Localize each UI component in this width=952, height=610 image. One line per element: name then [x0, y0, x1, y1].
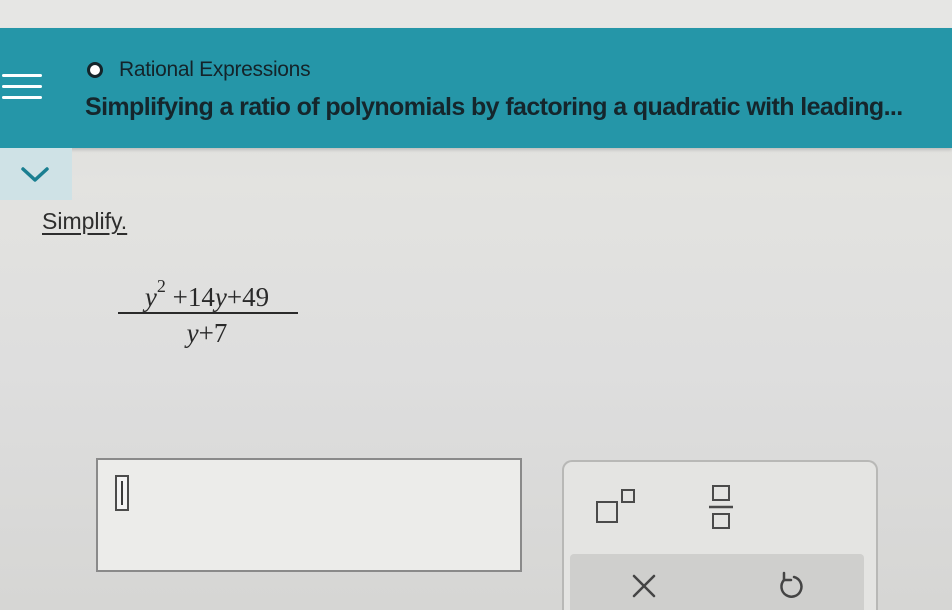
top-strip [0, 0, 952, 28]
numerator-exponent: 2 [156, 276, 166, 296]
numerator-linear-variable: y [214, 282, 227, 312]
numerator-variable: y [144, 282, 157, 312]
lesson-title: Simplifying a ratio of polynomials by fa… [85, 93, 903, 121]
fraction-key[interactable] [704, 482, 738, 534]
clear-button[interactable] [624, 566, 664, 606]
fraction-numerator: y2 +14y+49 [112, 268, 302, 312]
superscript-icon [596, 489, 635, 523]
hamburger-line-icon [2, 74, 42, 77]
fraction-denominator: y+7 [112, 314, 302, 354]
topic-status-icon [87, 62, 103, 78]
collapse-toggle-button[interactable] [0, 148, 72, 200]
menu-button[interactable] [0, 70, 50, 110]
answer-input[interactable] [96, 458, 522, 572]
page: Rational Expressions Simplifying a ratio… [0, 0, 952, 610]
close-icon [632, 574, 656, 598]
problem-instruction: Simplify. [42, 208, 128, 234]
denominator-constant: +7 [198, 318, 228, 348]
undo-button[interactable] [770, 566, 810, 606]
chevron-down-icon [21, 167, 49, 182]
undo-icon [780, 571, 803, 598]
rational-expression: y2 +14y+49 y+7 [112, 268, 302, 354]
fraction-icon [709, 485, 733, 529]
hamburger-line-icon [2, 96, 42, 99]
numerator-term-op: +14 [172, 282, 215, 312]
math-keypad [562, 460, 878, 610]
topic-header: Rational Expressions Simplifying a ratio… [0, 28, 952, 148]
denominator-variable: y [186, 318, 199, 348]
topic-title: Rational Expressions [119, 58, 311, 81]
hamburger-line-icon [2, 85, 42, 88]
superscript-key[interactable] [594, 486, 644, 530]
keypad-action-row [570, 554, 864, 610]
numerator-constant: +49 [226, 282, 270, 312]
input-cursor [115, 475, 129, 511]
